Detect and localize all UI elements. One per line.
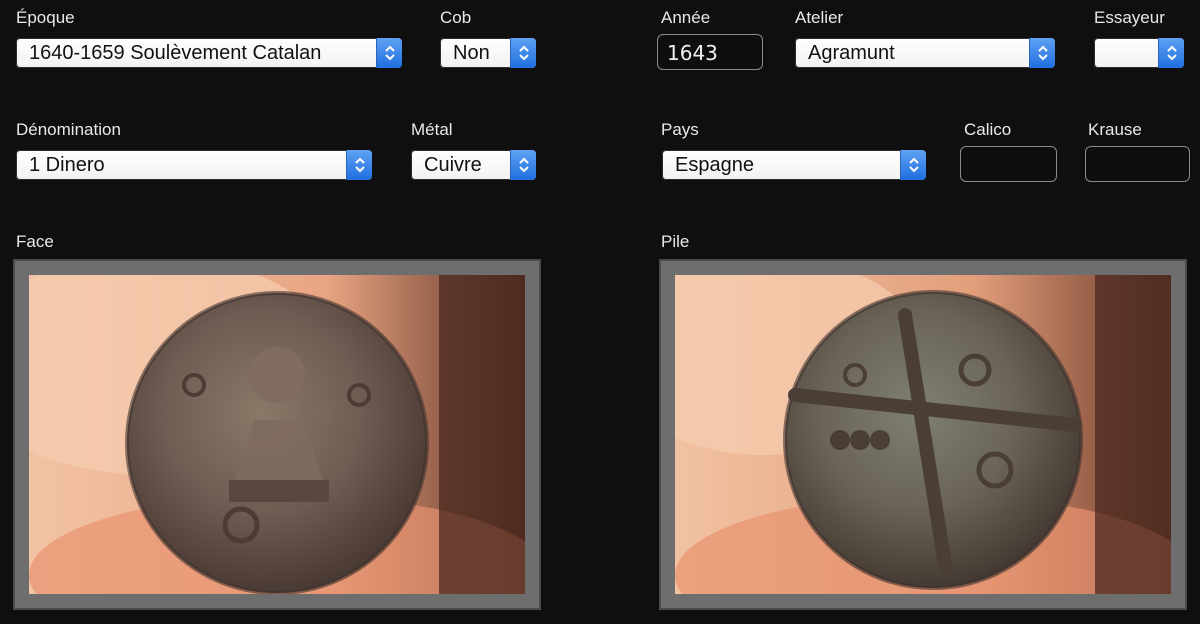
face-label: Face [16,232,54,251]
metal-label: Métal [411,120,453,139]
metal-value: Cuivre [424,154,482,176]
denomination-select[interactable]: 1 Dinero [16,150,372,180]
pays-select[interactable]: Espagne [662,150,926,180]
calico-field[interactable] [960,146,1057,182]
face-image-well[interactable] [13,259,541,610]
pays-label: Pays [661,120,699,139]
annee-label: Année [661,8,711,27]
pile-label: Pile [661,232,690,251]
atelier-label: Atelier [795,8,844,27]
calico-label: Calico [964,120,1012,139]
up-down-chevron-icon[interactable] [1158,38,1184,68]
cob-select[interactable]: Non [440,38,536,68]
up-down-chevron-icon[interactable] [510,150,536,180]
up-down-chevron-icon[interactable] [900,150,926,180]
up-down-chevron-icon[interactable] [346,150,372,180]
up-down-chevron-icon[interactable] [376,38,402,68]
atelier-value: Agramunt [808,42,895,64]
up-down-chevron-icon[interactable] [1029,38,1055,68]
annee-value: 1643 [667,41,718,65]
up-down-chevron-icon[interactable] [510,38,536,68]
epoque-value: 1640-1659 Soulèvement Catalan [29,42,322,64]
essayeur-select[interactable] [1094,38,1184,68]
krause-label: Krause [1088,120,1142,139]
krause-field[interactable] [1085,146,1190,182]
metal-select[interactable]: Cuivre [411,150,536,180]
denomination-value: 1 Dinero [29,154,105,176]
pile-image-well[interactable] [659,259,1187,610]
epoque-label: Époque [16,8,75,27]
pile-photo [675,275,1171,594]
denomination-label: Dénomination [16,120,121,139]
face-photo [29,275,525,594]
annee-field[interactable]: 1643 [657,34,763,70]
cob-value: Non [453,42,490,64]
epoque-select[interactable]: 1640-1659 Soulèvement Catalan [16,38,402,68]
essayeur-label: Essayeur [1094,8,1165,27]
atelier-select[interactable]: Agramunt [795,38,1055,68]
pays-value: Espagne [675,154,754,176]
cob-label: Cob [440,8,472,27]
